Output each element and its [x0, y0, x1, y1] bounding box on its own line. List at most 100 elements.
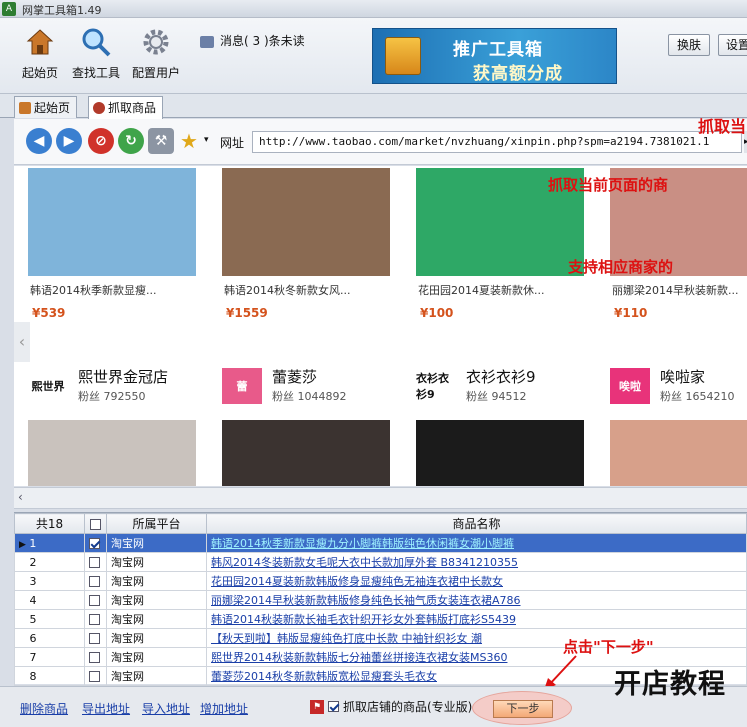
- address-input[interactable]: http://www.taobao.com/market/nvzhuang/xi…: [252, 131, 742, 153]
- horizontal-scrollbar[interactable]: ‹: [14, 487, 747, 509]
- table-row[interactable]: 2 淘宝网 韩风2014冬装新款女毛呢大衣中长款加厚外套 B8341210355: [14, 552, 747, 572]
- row-checkbox[interactable]: [84, 533, 107, 553]
- product-price: ¥539: [32, 306, 66, 320]
- export-address-link[interactable]: 导出地址: [82, 700, 130, 717]
- row-checkbox[interactable]: [84, 609, 107, 629]
- row-product-name[interactable]: 丽娜梁2014早秋装新款韩版修身纯色长袖气质女装连衣裙A786: [206, 590, 747, 610]
- grab-icon: [93, 102, 105, 114]
- row-platform: 淘宝网: [106, 571, 207, 591]
- grab-shop-label: 抓取店铺的商品(专业版): [343, 700, 473, 714]
- shop-card[interactable]: 熙世界 熙世界金冠店 粉丝 792550: [28, 364, 208, 408]
- product-card[interactable]: [416, 420, 584, 486]
- config-user-label: 配置用户: [131, 66, 180, 80]
- gear-icon: [138, 24, 174, 60]
- product-table: 共18 所属平台 商品名称 ▶ 1 淘宝网 韩语2014秋季新款显瘦九分小脚裤韩版纯…: [14, 513, 747, 686]
- switch-skin-button[interactable]: 换肤: [668, 34, 710, 56]
- row-product-name[interactable]: 韩语2014秋装新款长袖毛衣针织开衫女外套韩版打底衫S5439: [206, 609, 747, 629]
- favorite-button[interactable]: ★: [176, 128, 202, 154]
- tab-grab-products[interactable]: 抓取商品: [88, 96, 164, 119]
- settings-button[interactable]: 设置: [718, 34, 747, 56]
- row-pointer-icon: ▶: [19, 539, 26, 550]
- table-row[interactable]: 3 淘宝网 花田园2014夏装新款韩版修身显瘦纯色无袖连衣裙中长款女: [14, 571, 747, 591]
- config-user-button[interactable]: 配置用户: [126, 24, 186, 88]
- product-card[interactable]: [28, 420, 196, 486]
- grab-shop-products-option[interactable]: ⚑ 抓取店铺的商品(专业版): [310, 698, 472, 715]
- table-row[interactable]: 4 淘宝网 丽娜梁2014早秋装新款韩版修身纯色长袖气质女装连衣裙A786: [14, 590, 747, 610]
- product-name: 韩语2014秋冬新款女风...: [224, 284, 351, 297]
- favorite-dropdown-icon[interactable]: ▾: [204, 135, 209, 145]
- row-product-name[interactable]: 韩语2014秋季新款显瘦九分小脚裤韩版纯色休闲裤女潮小脚裤: [206, 533, 747, 553]
- product-grid: 共18 所属平台 商品名称 ▶ 1 淘宝网 韩语2014秋季新款显瘦九分小脚裤韩版纯…: [14, 512, 747, 686]
- product-name: 丽娜梁2014早秋装新款...: [612, 284, 739, 297]
- shop-fans: 粉丝 792550: [78, 390, 146, 403]
- row-number: 2: [14, 552, 85, 572]
- product-card[interactable]: 韩语2014秋冬新款女风... ¥1559: [222, 168, 390, 320]
- grab-shop-checkbox[interactable]: [328, 701, 339, 712]
- row-product-name[interactable]: 花田园2014夏装新款韩版修身显瘦纯色无袖连衣裙中长款女: [206, 571, 747, 591]
- tab-start-page[interactable]: 起始页: [14, 96, 78, 118]
- row-number: 5: [14, 609, 85, 629]
- row-product-name[interactable]: 韩风2014冬装新款女毛呢大衣中长款加厚外套 B8341210355: [206, 552, 747, 572]
- forward-button[interactable]: ▶: [56, 128, 82, 154]
- product-name: 花田园2014夏装新款休...: [418, 284, 545, 297]
- house-icon: [19, 101, 31, 114]
- next-button-highlight: 下一步: [472, 691, 572, 725]
- shop-name: 衣衫衣衫9: [466, 368, 536, 386]
- stop-button[interactable]: ⊘: [88, 128, 114, 154]
- tools-button[interactable]: ⚒: [148, 128, 174, 154]
- row-checkbox[interactable]: [84, 647, 107, 667]
- row-checkbox[interactable]: [84, 590, 107, 610]
- product-image: [416, 420, 584, 486]
- product-card[interactable]: [610, 420, 747, 486]
- row-number: 7: [14, 647, 85, 667]
- product-card[interactable]: 韩语2014秋季新款显瘦... ¥539: [28, 168, 196, 320]
- row-platform: 淘宝网: [106, 647, 207, 667]
- start-page-button[interactable]: 起始页: [10, 24, 70, 88]
- tab-bar: 起始页 抓取商品: [0, 94, 747, 119]
- message-icon: [200, 35, 214, 48]
- select-all-checkbox[interactable]: [84, 513, 107, 534]
- chevron-left-icon: ‹: [18, 332, 26, 351]
- message-count: 3: [252, 34, 261, 48]
- find-tool-button[interactable]: 查找工具: [66, 24, 126, 88]
- browser-nav-bar: ◀ ▶ ⊘ ↻ ⚒ ★ ▾ 网址 http://www.taobao.com/m…: [14, 119, 747, 165]
- import-address-link[interactable]: 导入地址: [142, 700, 190, 717]
- platform-header[interactable]: 所属平台: [106, 513, 207, 534]
- banner-line2: 获高额分成: [473, 64, 563, 84]
- back-button[interactable]: ◀: [26, 128, 52, 154]
- annotation-top-right: 抓取当: [698, 117, 747, 136]
- table-row[interactable]: ▶ 1 淘宝网 韩语2014秋季新款显瘦九分小脚裤韩版纯色休闲裤女潮小脚裤: [14, 533, 747, 553]
- treasure-chest-icon: [385, 37, 421, 75]
- delete-products-link[interactable]: 删除商品: [20, 700, 68, 717]
- next-step-button[interactable]: 下一步: [493, 700, 553, 718]
- scroll-left-icon[interactable]: ‹: [18, 490, 23, 504]
- shop-logo: 蕾: [222, 368, 262, 404]
- row-platform: 淘宝网: [106, 533, 207, 553]
- shop-logo: 唉啦: [610, 368, 650, 404]
- add-address-link[interactable]: 增加地址: [200, 700, 248, 717]
- unread-messages[interactable]: 消息( 3 )条未读: [200, 32, 305, 49]
- row-checkbox[interactable]: [84, 552, 107, 572]
- shop-card[interactable]: 唉啦 唉啦家 粉丝 1654210: [610, 364, 747, 408]
- row-number: 3: [14, 571, 85, 591]
- row-checkbox[interactable]: [84, 666, 107, 686]
- shop-card[interactable]: 蕾 蕾菱莎 粉丝 1044892: [222, 364, 402, 408]
- carousel-prev-button[interactable]: ‹: [14, 322, 30, 362]
- row-platform: 淘宝网: [106, 552, 207, 572]
- main-toolbar: 起始页 查找工具 配置用户 消息( 3 )条未读 推广工具箱 获高额分成 换肤 …: [0, 18, 747, 94]
- web-page-view: 韩语2014秋季新款显瘦... ¥539 韩语2014秋冬新款女风... ¥15…: [14, 166, 747, 486]
- magnifier-icon: [78, 24, 114, 60]
- row-checkbox[interactable]: [84, 571, 107, 591]
- annotation-support: 支持相应商家的: [568, 258, 674, 276]
- promo-banner[interactable]: 推广工具箱 获高额分成: [372, 28, 617, 84]
- table-row[interactable]: 5 淘宝网 韩语2014秋装新款长袖毛衣针织开衫女外套韩版打底衫S5439: [14, 609, 747, 629]
- row-platform: 淘宝网: [106, 609, 207, 629]
- row-checkbox[interactable]: [84, 628, 107, 648]
- shop-card[interactable]: 衣衫衣衫9 衣衫衣衫9 粉丝 94512: [416, 364, 596, 408]
- name-header[interactable]: 商品名称: [206, 513, 747, 534]
- tab-start-page-label: 起始页: [34, 100, 71, 115]
- refresh-button[interactable]: ↻: [118, 128, 144, 154]
- product-card[interactable]: [222, 420, 390, 486]
- row-product-name[interactable]: 【秋天到啦】韩版显瘦纯色打底中长款 中袖针织衫女 潮: [206, 628, 747, 648]
- row-platform: 淘宝网: [106, 590, 207, 610]
